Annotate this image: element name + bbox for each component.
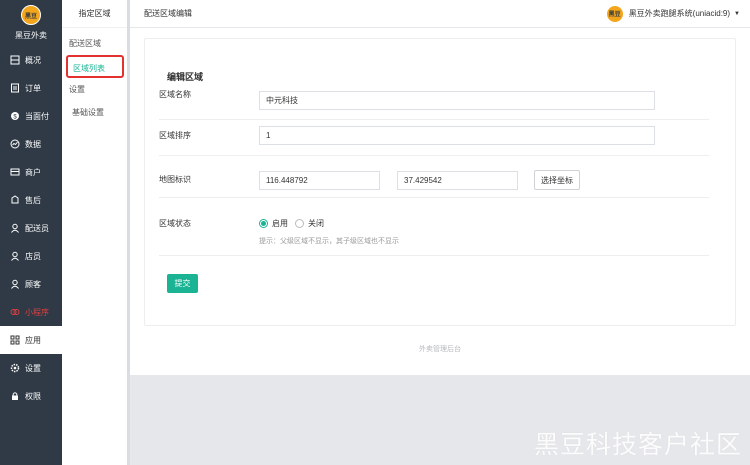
- watermark: 黑豆科技客户社区: [533, 430, 742, 459]
- lock-icon: [10, 391, 20, 401]
- miniprogram-icon: [10, 307, 20, 317]
- brand-logo-text: 黑豆: [24, 13, 37, 20]
- area-name-input[interactable]: [259, 91, 655, 110]
- radio-label: 关闭: [308, 219, 324, 228]
- nav-item-apps[interactable]: 应用: [0, 326, 62, 354]
- main-content: 编辑区域 区域名称 区域排序 地图标识 选择坐标 区域状态 启用 关闭: [130, 28, 750, 375]
- status-disabled-radio[interactable]: 关闭: [295, 218, 324, 229]
- nav-label: 商户: [25, 167, 41, 177]
- edit-area-panel: 编辑区域 区域名称 区域排序 地图标识 选择坐标 区域状态 启用 关闭: [144, 38, 736, 326]
- latitude-input[interactable]: [397, 171, 518, 190]
- nav-item-clerk[interactable]: 店员: [0, 242, 62, 270]
- nav-label: 数据: [25, 139, 41, 149]
- overview-icon: [10, 55, 20, 65]
- nav-label: 权限: [25, 391, 41, 401]
- field-label: 区域状态: [159, 219, 191, 228]
- area-sort-input[interactable]: [259, 126, 655, 145]
- nav-label: 顾客: [25, 279, 41, 289]
- apps-icon: [10, 335, 20, 345]
- brand-logo: 黑豆: [21, 5, 41, 25]
- nav-label: 订单: [25, 83, 41, 93]
- nav-item-overview[interactable]: 概况: [0, 46, 62, 74]
- brand-name: 黑豆外卖: [15, 31, 47, 40]
- nav-label: 店员: [25, 251, 41, 261]
- nav-item-courier[interactable]: 配送员: [0, 214, 62, 242]
- radio-label: 启用: [272, 219, 288, 228]
- status-enabled-radio[interactable]: 启用: [259, 218, 288, 229]
- nav-label: 售后: [25, 195, 41, 205]
- nav-label: 应用: [25, 335, 41, 345]
- field-label: 地图标识: [159, 175, 191, 184]
- nav-item-data[interactable]: 数据: [0, 130, 62, 158]
- field-label: 区域排序: [159, 131, 191, 140]
- form-row-sort: 区域排序: [159, 120, 709, 156]
- nav-label: 设置: [25, 363, 41, 373]
- pay-icon: $: [10, 111, 20, 121]
- radio-checked-icon: [259, 219, 268, 228]
- subbar-title: 指定区域: [62, 0, 127, 28]
- customer-icon: [10, 279, 20, 289]
- store-icon: [10, 167, 20, 177]
- avatar: 黑豆: [605, 4, 624, 23]
- sub-item-delivery-area[interactable]: 配送区域: [62, 32, 127, 55]
- panel-title: 编辑区域: [167, 72, 204, 82]
- clerk-icon: [10, 251, 20, 261]
- page-title: 配送区域编辑: [144, 9, 192, 18]
- radio-unchecked-icon: [295, 219, 304, 228]
- sub-sidebar: 指定区域 配送区域 区域列表 设置 基础设置: [62, 0, 130, 465]
- data-icon: [10, 139, 20, 149]
- account-name: 黑豆外卖跑腿系统(uniacid:9): [628, 9, 731, 18]
- avatar-text: 黑豆: [608, 12, 621, 18]
- nav-item-orders[interactable]: 订单: [0, 74, 62, 102]
- status-hint: 提示：父级区域不显示，其子级区域也不显示: [259, 238, 399, 245]
- sub-item-settings[interactable]: 设置: [62, 78, 127, 101]
- longitude-input[interactable]: [259, 171, 380, 190]
- nav-label: 小程序: [25, 307, 49, 317]
- chevron-down-icon: ▼: [734, 10, 740, 17]
- sub-item-basic-settings[interactable]: 基础设置: [62, 101, 127, 124]
- account-menu[interactable]: 黑豆 黑豆外卖跑腿系统(uniacid:9) ▼: [605, 4, 740, 23]
- brand: 黑豆 黑豆外卖: [0, 0, 62, 46]
- sub-item-area-list[interactable]: 区域列表: [66, 55, 124, 78]
- nav-label: 概况: [25, 55, 41, 65]
- nav-item-pay[interactable]: $ 当面付: [0, 102, 62, 130]
- nav-item-aftersale[interactable]: 售后: [0, 186, 62, 214]
- nav-label: 当面付: [25, 111, 49, 121]
- nav-item-store[interactable]: 商户: [0, 158, 62, 186]
- nav-item-settings[interactable]: 设置: [0, 354, 62, 382]
- pick-coordinate-button[interactable]: 选择坐标: [534, 170, 580, 190]
- nav-item-customer[interactable]: 顾客: [0, 270, 62, 298]
- order-icon: [10, 83, 20, 93]
- top-header: 配送区域编辑 黑豆 黑豆外卖跑腿系统(uniacid:9) ▼: [130, 0, 750, 28]
- aftersale-icon: [10, 195, 20, 205]
- footer-text: 外卖管理后台: [419, 346, 461, 353]
- footer-band: 黑豆科技客户社区: [130, 375, 750, 465]
- form-row-status: 区域状态 启用 关闭 提示：父级区域不显示，其子级区域也不显示: [159, 198, 709, 256]
- main-sidebar: 黑豆 黑豆外卖 概况 订单 $ 当面付 数据 商户 售后 配送员 店员 顾客 小…: [0, 0, 62, 465]
- courier-icon: [10, 223, 20, 233]
- field-label: 区域名称: [159, 90, 191, 99]
- form-row-name: 区域名称: [159, 83, 709, 120]
- gear-icon: [10, 363, 20, 373]
- nav-item-miniprogram[interactable]: 小程序: [0, 298, 62, 326]
- nav-item-permissions[interactable]: 权限: [0, 382, 62, 410]
- submit-button[interactable]: 提交: [167, 274, 198, 293]
- form-row-map: 地图标识 选择坐标: [159, 156, 709, 198]
- nav-label: 配送员: [25, 223, 49, 233]
